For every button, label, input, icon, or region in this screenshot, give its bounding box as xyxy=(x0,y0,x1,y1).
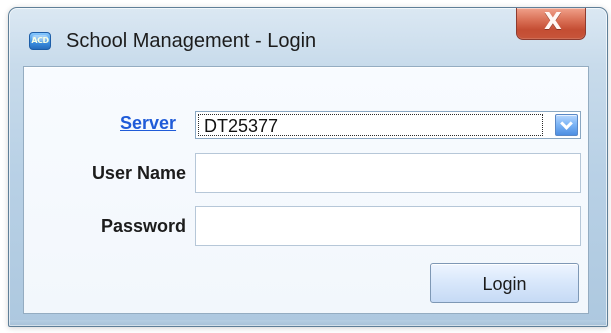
app-icon: ACD xyxy=(29,32,51,50)
window-title: School Management - Login xyxy=(66,30,317,52)
password-input[interactable] xyxy=(195,206,581,246)
username-label: User Name xyxy=(91,163,186,183)
server-select-focus: DT25377 xyxy=(198,114,543,136)
login-button[interactable]: Login xyxy=(430,263,579,303)
password-label: Password xyxy=(100,216,186,236)
server-selected-value: DT25377 xyxy=(204,116,279,136)
close-button[interactable]: X xyxy=(516,8,586,40)
username-input[interactable] xyxy=(195,153,581,193)
login-window: ACD School Management - Login X Server D… xyxy=(8,7,608,327)
window-bottom-edge xyxy=(9,320,607,326)
chevron-down-icon xyxy=(560,117,573,130)
close-icon[interactable]: X xyxy=(544,10,562,34)
server-link[interactable]: Server xyxy=(120,112,184,134)
login-panel: Server DT25377 User Name Password Login xyxy=(23,66,589,314)
server-dropdown-button[interactable] xyxy=(555,114,578,136)
title-bar: ACD School Management - Login X xyxy=(9,8,607,66)
server-select[interactable]: DT25377 xyxy=(195,111,581,139)
app-icon-label: ACD xyxy=(31,36,49,45)
